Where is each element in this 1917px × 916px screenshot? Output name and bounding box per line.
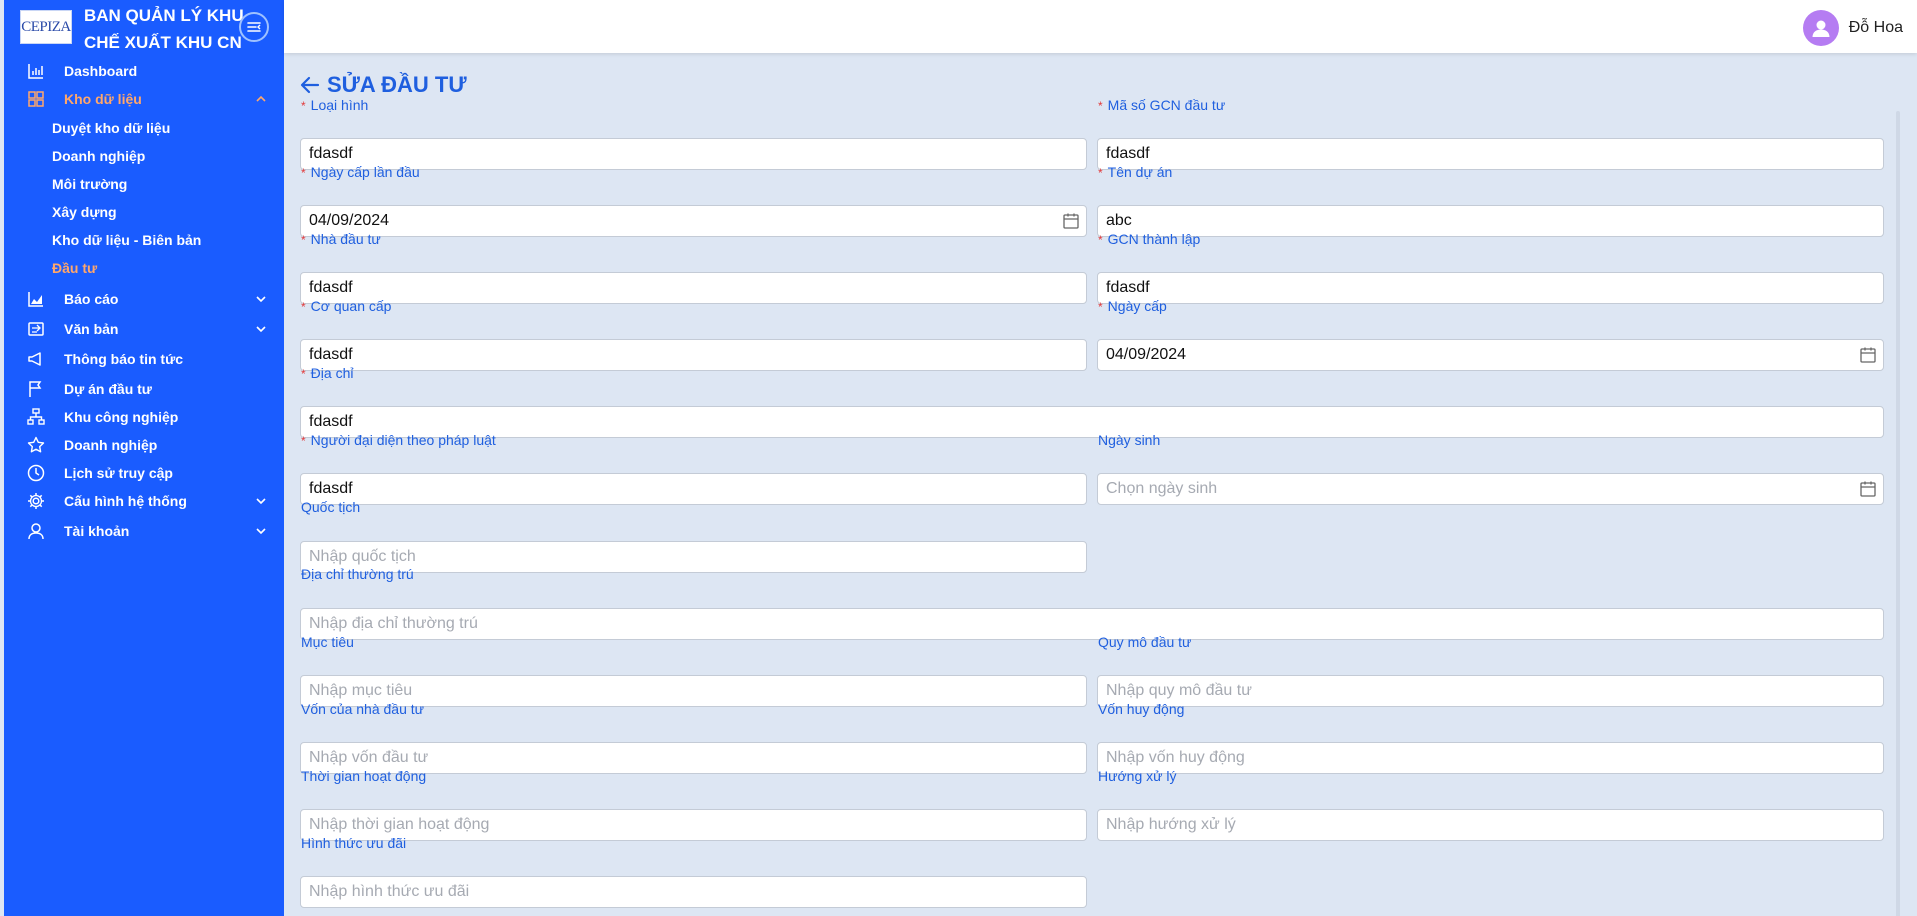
hinh-thuc-uu-dai-input[interactable]	[300, 876, 1087, 908]
sidebar-subitem-duyet-kho-du-lieu[interactable]: Duyệt kho dữ liệu	[4, 114, 284, 142]
star-icon	[26, 435, 46, 455]
sidebar-item-khu-cong-nghiep[interactable]: Khu công nghiệp	[4, 402, 284, 432]
megaphone-icon	[26, 349, 46, 369]
dia-chi-thuong-tru-input[interactable]	[300, 608, 1884, 640]
calendar-icon[interactable]	[1859, 346, 1877, 364]
flag-icon	[26, 379, 46, 399]
label-ngay-cap-lan-dau: * Ngày cấp lần đầu	[301, 164, 420, 180]
area-chart-icon	[26, 289, 46, 309]
chevron-down-icon	[256, 296, 266, 303]
label-ma-so-gcn: * Mã số GCN đầu tư	[1098, 97, 1226, 113]
ngay-cap-datepicker[interactable]	[1097, 339, 1884, 371]
collapse-sidebar-button[interactable]	[239, 12, 269, 42]
ngay-cap-lan-dau-datepicker[interactable]	[300, 205, 1087, 237]
label-von-nha-dau-tu: Vốn của nhà đầu tư	[301, 701, 425, 717]
nguoi-dai-dien-input[interactable]	[300, 473, 1087, 505]
label-ngay-sinh: Ngày sinh	[1098, 432, 1161, 448]
main-content: SỬA ĐẦU TƯ *Loại hình *Mã số GCN đầu tư …	[284, 53, 1904, 916]
grid-icon	[26, 89, 46, 109]
quoc-tich-input[interactable]	[300, 541, 1087, 573]
chevron-down-icon	[256, 528, 266, 535]
label-nha-dau-tu: * Nhà đầu tư	[301, 231, 381, 247]
user-icon	[26, 521, 46, 541]
label-loai-hinh: * Loại hình	[301, 97, 369, 113]
user-menu[interactable]: Đỗ Hoa	[1802, 10, 1903, 46]
gear-icon	[26, 491, 46, 511]
label-gcn-thanh-lap: * GCN thành lập	[1098, 231, 1201, 247]
sidebar-item-bao-cao[interactable]: Báo cáo	[4, 284, 284, 314]
arrow-left-icon	[300, 76, 320, 94]
back-button[interactable]	[299, 73, 323, 97]
label-von-huy-dong: Vốn huy động	[1098, 701, 1185, 717]
von-huy-dong-input[interactable]	[1097, 742, 1884, 774]
chevron-up-icon	[256, 95, 266, 102]
menu-collapse-icon	[247, 22, 261, 32]
user-name: Đỗ Hoa	[1848, 19, 1903, 36]
top-header: Đỗ Hoa	[284, 0, 1917, 53]
calendar-icon[interactable]	[1859, 480, 1877, 498]
brand-logo: CEPIZA	[20, 10, 72, 44]
ngay-sinh-datepicker[interactable]	[1097, 473, 1884, 505]
label-ten-du-an: * Tên dự án	[1098, 164, 1173, 180]
sidebar-subitem-moi-truong[interactable]: Môi trường	[4, 170, 284, 198]
document-transfer-icon	[26, 319, 46, 339]
sidebar-item-cau-hinh-he-thong[interactable]: Cấu hình hệ thống	[4, 486, 284, 516]
huong-xu-ly-input[interactable]	[1097, 809, 1884, 841]
label-muc-tieu: Mục tiêu	[301, 634, 354, 650]
sidebar-item-tai-khoan[interactable]: Tài khoản	[4, 516, 284, 546]
sidebar-item-doanh-nghiep[interactable]: Doanh nghiệp	[4, 430, 284, 460]
label-ngay-cap: * Ngày cấp	[1098, 298, 1167, 314]
sidebar: CEPIZA BAN QUẢN LÝ KHU CHẾ XUẤT KHU CN D…	[4, 0, 284, 916]
org-chart-icon	[26, 407, 46, 427]
label-quy-mo-dau-tu: Quy mô đầu tư	[1098, 634, 1192, 650]
calendar-icon[interactable]	[1062, 212, 1080, 230]
label-dia-chi: * Địa chỉ	[301, 365, 354, 381]
sidebar-item-kho-du-lieu[interactable]: Kho dữ liệu	[4, 84, 284, 114]
sidebar-subitem-kho-du-lieu-bien-ban[interactable]: Kho dữ liệu - Biên bản	[4, 226, 284, 254]
user-avatar-icon	[1812, 20, 1830, 37]
chevron-down-icon	[256, 326, 266, 333]
avatar	[1802, 10, 1839, 46]
brand-title: BAN QUẢN LÝ KHU CHẾ XUẤT KHU CN	[84, 6, 244, 52]
label-quoc-tich: Quốc tịch	[301, 499, 361, 515]
quy-mo-dau-tu-input[interactable]	[1097, 675, 1884, 707]
sidebar-item-dashboard[interactable]: Dashboard	[4, 56, 284, 86]
label-co-quan-cap: * Cơ quan cấp	[301, 298, 392, 314]
sidebar-subitem-xay-dung[interactable]: Xây dựng	[4, 198, 284, 226]
label-huong-xu-ly: Hướng xử lý	[1098, 768, 1177, 784]
sidebar-item-du-an-dau-tu[interactable]: Dự án đầu tư	[4, 374, 284, 404]
chevron-down-icon	[256, 498, 266, 505]
dia-chi-input[interactable]	[300, 406, 1884, 438]
bar-chart-icon	[26, 61, 46, 81]
ten-du-an-input[interactable]	[1097, 205, 1884, 237]
sidebar-item-lich-su-truy-cap[interactable]: Lịch sử truy cập	[4, 458, 284, 488]
ma-so-gcn-input[interactable]	[1097, 138, 1884, 170]
thoi-gian-hoat-dong-input[interactable]	[300, 809, 1087, 841]
label-nguoi-dai-dien: * Người đại diện theo pháp luật	[301, 432, 496, 448]
sidebar-item-thong-bao-tin-tuc[interactable]: Thông báo tin tức	[4, 344, 284, 374]
label-dia-chi-thuong-tru: Địa chỉ thường trú	[301, 566, 414, 582]
sidebar-item-van-ban[interactable]: Văn bản	[4, 314, 284, 344]
co-quan-cap-input[interactable]	[300, 339, 1087, 371]
sidebar-subitem-doanh-nghiep[interactable]: Doanh nghiệp	[4, 142, 284, 170]
label-hinh-thuc-uu-dai: Hình thức ưu đãi	[301, 835, 407, 851]
nha-dau-tu-input[interactable]	[300, 272, 1087, 304]
content-scrollbar[interactable]	[1896, 111, 1900, 916]
history-icon	[26, 463, 46, 483]
label-thoi-gian-hoat-dong: Thời gian hoạt động	[301, 768, 427, 784]
sidebar-subitem-dau-tu[interactable]: Đầu tư	[4, 254, 284, 282]
gcn-thanh-lap-input[interactable]	[1097, 272, 1884, 304]
brand: CEPIZA BAN QUẢN LÝ KHU CHẾ XUẤT KHU CN	[4, 0, 284, 56]
